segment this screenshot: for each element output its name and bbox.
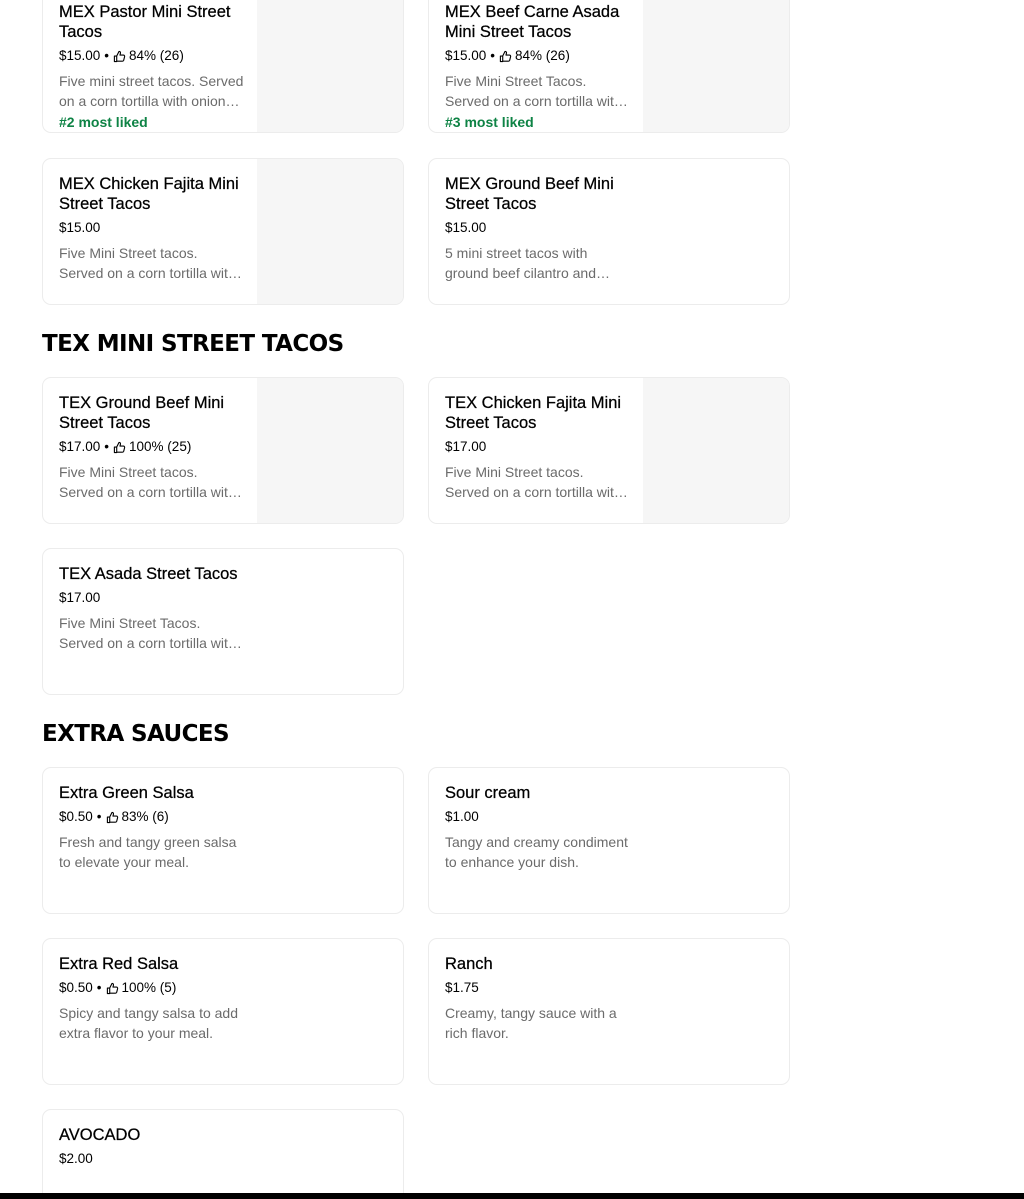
item-description: Tangy and creamy condiment to enhance yo…: [445, 834, 628, 870]
separator-dot: •: [104, 439, 110, 454]
item-rating: 83% (6): [121, 809, 169, 824]
item-image-placeholder: [257, 0, 403, 132]
thumbs-up-icon: [499, 50, 512, 63]
separator-dot: •: [490, 48, 496, 63]
item-meta: $1.00: [445, 808, 631, 826]
bottom-bar: [0, 1193, 1024, 1199]
thumbs-up-icon: [113, 50, 126, 63]
item-info: TEX Asada Street Tacos $17.00 Five Mini St…: [59, 564, 245, 653]
most-liked-badge: #2 most liked: [59, 114, 148, 130]
item-info: TEX Chicken Fajita Mini Street Tacos $17.…: [445, 393, 631, 502]
menu-item-card[interactable]: AVOCADO $2.00: [42, 1109, 404, 1199]
item-meta: $1.75: [445, 979, 631, 997]
menu-item-card[interactable]: MEX Chicken Fajita Mini Street Tacos $15.…: [42, 158, 404, 305]
item-info: Sour cream $1.00 Tangy and creamy condimen…: [445, 783, 631, 872]
item-price: $17.00: [445, 439, 487, 454]
item-price: $2.00: [59, 1151, 93, 1166]
item-price: $15.00: [59, 220, 101, 235]
item-meta: $15.00 • 84% (26): [445, 47, 631, 65]
section-title: TEX MINI STREET TACOS: [42, 331, 344, 357]
item-info: MEX Ground Beef Mini Street Tacos $15.00 5…: [445, 174, 631, 283]
item-image-placeholder: [643, 378, 789, 523]
item-info: Ranch $1.75 Creamy, tangy sauce with a ric…: [445, 954, 631, 1043]
item-meta: $17.00: [445, 438, 631, 456]
item-rating: 100% (5): [121, 980, 177, 995]
item-price: $17.00: [59, 439, 101, 454]
menu-item-card[interactable]: MEX Beef Carne Asada Mini Street Tacos $1…: [428, 0, 790, 133]
item-name: Sour cream: [445, 784, 531, 802]
section-title: EXTRA SAUCES: [42, 721, 230, 747]
menu-item-card[interactable]: MEX Ground Beef Mini Street Tacos $15.00 5…: [428, 158, 790, 305]
item-name: TEX Ground Beef Mini Street Tacos: [59, 394, 225, 432]
thumbs-up-icon: [106, 982, 119, 995]
most-liked-badge: #3 most liked: [445, 114, 534, 130]
item-meta: $0.50 • 83% (6): [59, 808, 245, 826]
separator-dot: •: [104, 48, 110, 63]
item-name: Ranch: [445, 955, 493, 973]
item-info: TEX Ground Beef Mini Street Tacos $17.00 •…: [59, 393, 245, 502]
item-name: TEX Chicken Fajita Mini Street Tacos: [445, 394, 622, 432]
item-name: MEX Beef Carne Asada Mini Street Tacos: [445, 3, 620, 41]
item-info: MEX Beef Carne Asada Mini Street Tacos $1…: [445, 2, 631, 131]
item-meta: $2.00: [59, 1150, 245, 1168]
item-price: $1.75: [445, 980, 479, 995]
item-rating: 84% (26): [515, 48, 570, 63]
item-name: AVOCADO: [59, 1126, 141, 1144]
item-name: Extra Red Salsa: [59, 955, 179, 973]
item-description: Creamy, tangy sauce with a rich flavor.: [445, 1005, 617, 1041]
item-description: Five mini street tacos. Served on a corn…: [59, 73, 244, 109]
item-meta: $0.50 • 100% (5): [59, 979, 245, 997]
item-description: Five Mini Street tacos. Served on a corn…: [59, 245, 236, 281]
thumbs-up-icon: [106, 811, 119, 824]
item-image-placeholder: [257, 159, 403, 304]
item-meta: $15.00: [59, 219, 245, 237]
menu-item-card[interactable]: Extra Green Salsa $0.50 • 83% (6) Fresh and …: [42, 767, 404, 914]
item-description: Five Mini Street tacos. Served on a corn…: [59, 464, 236, 500]
item-name: MEX Pastor Mini Street Tacos: [59, 3, 231, 41]
item-meta: $15.00 • 84% (26): [59, 47, 245, 65]
menu-item-card[interactable]: Ranch $1.75 Creamy, tangy sauce with a ric…: [428, 938, 790, 1085]
separator-dot: •: [96, 809, 102, 824]
item-description: Spicy and tangy salsa to add extra flavo…: [59, 1005, 239, 1041]
item-description: Five Mini Street Tacos. Served on a corn…: [445, 73, 622, 109]
item-price: $1.00: [445, 809, 479, 824]
item-price: $0.50: [59, 809, 93, 824]
item-rating: 100% (25): [129, 439, 192, 454]
item-description: Fresh and tangy green salsa to elevate y…: [59, 834, 237, 870]
separator-dot: •: [96, 980, 102, 995]
menu-item-card[interactable]: MEX Pastor Mini Street Tacos $15.00 • 84% (…: [42, 0, 404, 133]
item-price: $15.00: [59, 48, 101, 63]
item-meta: $17.00 • 100% (25): [59, 438, 245, 456]
menu-item-card[interactable]: Extra Red Salsa $0.50 • 100% (5) Spicy and t…: [42, 938, 404, 1085]
item-info: MEX Pastor Mini Street Tacos $15.00 • 84% (…: [59, 2, 245, 131]
item-meta: $15.00: [445, 219, 631, 237]
item-price: $15.00: [445, 220, 487, 235]
item-price: $17.00: [59, 590, 101, 605]
item-info: Extra Green Salsa $0.50 • 83% (6) Fresh and …: [59, 783, 245, 872]
item-image-placeholder: [643, 0, 789, 132]
menu-item-card[interactable]: TEX Ground Beef Mini Street Tacos $17.00 •…: [42, 377, 404, 524]
thumbs-up-icon: [113, 441, 126, 454]
item-name: MEX Chicken Fajita Mini Street Tacos: [59, 175, 239, 213]
item-description: 5 mini street tacos with ground beef cil…: [445, 245, 596, 281]
menu-item-card[interactable]: TEX Asada Street Tacos $17.00 Five Mini St…: [42, 548, 404, 695]
item-info: MEX Chicken Fajita Mini Street Tacos $15.…: [59, 174, 245, 283]
menu-item-card[interactable]: Sour cream $1.00 Tangy and creamy condimen…: [428, 767, 790, 914]
item-description: Five Mini Street tacos. Served on a corn…: [445, 464, 622, 500]
item-name: TEX Asada Street Tacos: [59, 565, 238, 583]
item-price: $15.00: [445, 48, 487, 63]
item-name: Extra Green Salsa: [59, 784, 194, 802]
item-image-placeholder: [257, 378, 403, 523]
item-info: Extra Red Salsa $0.50 • 100% (5) Spicy and t…: [59, 954, 245, 1043]
item-price: $0.50: [59, 980, 93, 995]
item-meta: $17.00: [59, 589, 245, 607]
item-name: MEX Ground Beef Mini Street Tacos: [445, 175, 614, 213]
item-description: Five Mini Street Tacos. Served on a corn…: [59, 615, 236, 651]
item-info: AVOCADO $2.00: [59, 1125, 245, 1168]
menu-item-card[interactable]: TEX Chicken Fajita Mini Street Tacos $17.…: [428, 377, 790, 524]
item-rating: 84% (26): [129, 48, 184, 63]
